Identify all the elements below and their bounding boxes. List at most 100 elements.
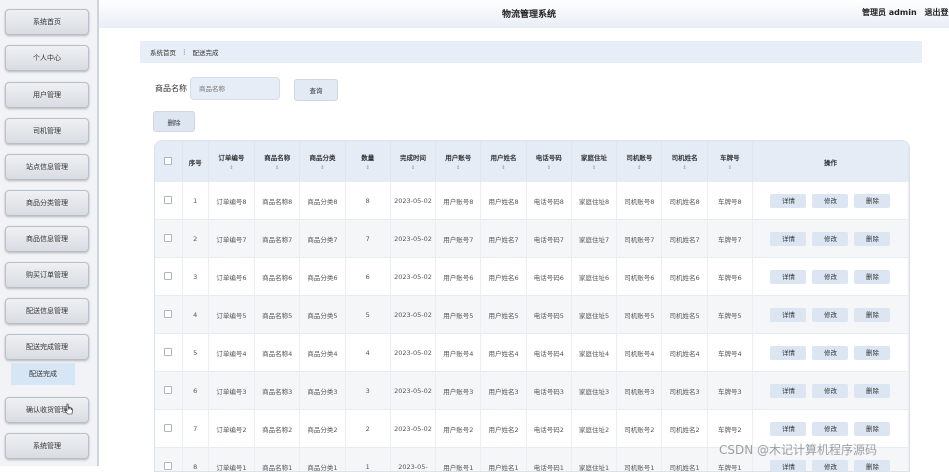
row-select[interactable]: [155, 182, 182, 220]
search-button[interactable]: 查询: [294, 79, 338, 101]
sort-icon[interactable]: ⇕: [708, 165, 752, 171]
sort-icon[interactable]: ⇕: [436, 165, 480, 171]
header-driver-account[interactable]: 司机账号⇕: [617, 141, 662, 182]
edit-button[interactable]: 修改: [812, 346, 848, 360]
sidebar-item-products[interactable]: 商品信息管理: [5, 226, 89, 252]
delete-button[interactable]: 删除: [854, 346, 890, 360]
row-select[interactable]: [155, 258, 182, 296]
checkbox-icon[interactable]: [164, 310, 172, 318]
delete-button[interactable]: 删除: [854, 232, 890, 246]
checkbox-icon[interactable]: [164, 348, 172, 356]
sidebar-item-system[interactable]: 系统管理: [5, 433, 89, 459]
cell-user-name: 用户姓名7: [481, 220, 526, 258]
sidebar-item-profile[interactable]: 个人中心: [5, 45, 89, 71]
sidebar-item-receipt[interactable]: 确认收货管理: [5, 397, 89, 423]
header-order-no[interactable]: 订单编号⇕: [208, 141, 254, 182]
row-select[interactable]: [155, 372, 182, 410]
sidebar-subitem-delivery-complete[interactable]: 配送完成: [11, 363, 75, 385]
checkbox-icon[interactable]: [164, 234, 172, 242]
sort-icon[interactable]: ⇕: [300, 165, 344, 171]
sidebar-item-delivery-info[interactable]: 配送信息管理: [5, 298, 89, 324]
edit-button[interactable]: 修改: [812, 194, 848, 208]
checkbox-icon[interactable]: [164, 157, 172, 165]
header-phone[interactable]: 电话号码⇕: [526, 141, 571, 182]
sidebar-item-stations[interactable]: 站点信息管理: [5, 154, 89, 180]
sidebar-item-label: 配送完成管理: [26, 342, 68, 352]
delete-button[interactable]: 删除: [854, 194, 890, 208]
row-select[interactable]: [155, 410, 182, 448]
header-finish-time[interactable]: 完成时间⇕: [390, 141, 435, 182]
sort-icon[interactable]: ⇕: [346, 165, 390, 171]
cell-driver-name: 司机姓名7: [662, 220, 707, 258]
sidebar-item-delivery-complete[interactable]: 配送完成管理: [5, 334, 89, 360]
checkbox-icon[interactable]: [164, 386, 172, 394]
edit-button[interactable]: 修改: [812, 270, 848, 284]
batch-delete-button[interactable]: 删除: [153, 111, 195, 132]
sidebar-item-orders[interactable]: 购买订单管理: [5, 262, 89, 288]
cell-driver-account: 司机账号4: [617, 334, 662, 372]
header-category[interactable]: 商品分类⇕: [300, 141, 345, 182]
sort-icon[interactable]: ⇕: [481, 165, 525, 171]
edit-button[interactable]: 修改: [812, 232, 848, 246]
sidebar-item-users[interactable]: 用户管理: [5, 82, 89, 108]
cell-driver-name: 司机姓名5: [662, 296, 707, 334]
delete-button[interactable]: 删除: [854, 270, 890, 284]
detail-button[interactable]: 详情: [770, 384, 806, 398]
header-user-name[interactable]: 用户姓名⇕: [481, 141, 526, 182]
detail-button[interactable]: 详情: [770, 232, 806, 246]
logout-link[interactable]: 退出登: [924, 8, 948, 17]
cell-address: 家庭住址2: [571, 410, 616, 448]
header-product-name[interactable]: 商品名称⇕: [255, 141, 300, 182]
detail-button[interactable]: 详情: [770, 270, 806, 284]
cell-actions: 详情修改删除: [752, 258, 908, 296]
edit-button[interactable]: 修改: [812, 308, 848, 322]
detail-button[interactable]: 详情: [770, 346, 806, 360]
sidebar-item-categories[interactable]: 商品分类管理: [5, 190, 89, 216]
row-select[interactable]: [155, 334, 182, 372]
cell-quantity: 3: [345, 372, 390, 410]
cell-plate: 车牌号7: [707, 220, 752, 258]
header-user-account[interactable]: 用户账号⇕: [436, 141, 481, 182]
sort-icon[interactable]: ⇕: [255, 165, 299, 171]
delete-button[interactable]: 删除: [854, 384, 890, 398]
delete-button[interactable]: 删除: [854, 422, 890, 436]
breadcrumb-home[interactable]: 系统首页: [150, 47, 176, 57]
checkbox-icon[interactable]: [164, 424, 172, 432]
edit-button[interactable]: 修改: [812, 384, 848, 398]
sidebar-subitem-label: 配送完成: [29, 369, 57, 379]
search-input[interactable]: [190, 77, 280, 100]
cell-address: 家庭住址7: [571, 220, 616, 258]
checkbox-icon[interactable]: [164, 272, 172, 280]
sort-icon[interactable]: ⇕: [572, 165, 616, 171]
sort-icon[interactable]: ⇕: [662, 165, 706, 171]
sort-icon[interactable]: ⇕: [209, 165, 254, 171]
cell-order-no: 订单编号4: [208, 334, 254, 372]
cell-quantity: 8: [345, 182, 390, 220]
row-select[interactable]: [155, 220, 182, 258]
sidebar-item-home[interactable]: 系统首页: [5, 9, 89, 35]
sidebar-item-drivers[interactable]: 司机管理: [5, 118, 89, 144]
detail-button[interactable]: 详情: [770, 194, 806, 208]
header-select-all[interactable]: [155, 141, 182, 182]
cell-user-account: 用户账号8: [436, 182, 481, 220]
header-driver-name[interactable]: 司机姓名⇕: [662, 141, 707, 182]
cell-address: 家庭住址3: [571, 372, 616, 410]
sort-icon[interactable]: ⇕: [617, 165, 661, 171]
sort-icon[interactable]: ⇕: [391, 165, 435, 171]
header-quantity[interactable]: 数量⇕: [345, 141, 390, 182]
delete-button[interactable]: 删除: [854, 308, 890, 322]
sort-icon[interactable]: ⇕: [527, 165, 571, 171]
header-address[interactable]: 家庭住址⇕: [571, 141, 616, 182]
breadcrumb: 系统首页 ⋮ 配送完成: [140, 41, 922, 63]
detail-button[interactable]: 详情: [770, 422, 806, 436]
cell-finish-time: 2023-05-02: [390, 410, 435, 448]
edit-button[interactable]: 修改: [812, 422, 848, 436]
checkbox-icon[interactable]: [164, 196, 172, 204]
row-select[interactable]: [155, 296, 182, 334]
detail-button[interactable]: 详情: [770, 308, 806, 322]
header-plate[interactable]: 车牌号⇕: [707, 141, 752, 182]
cell-product-name: 商品名称8: [255, 182, 300, 220]
cell-quantity: 7: [345, 220, 390, 258]
row-select[interactable]: [155, 448, 182, 472]
cell-index: 2: [182, 220, 208, 258]
